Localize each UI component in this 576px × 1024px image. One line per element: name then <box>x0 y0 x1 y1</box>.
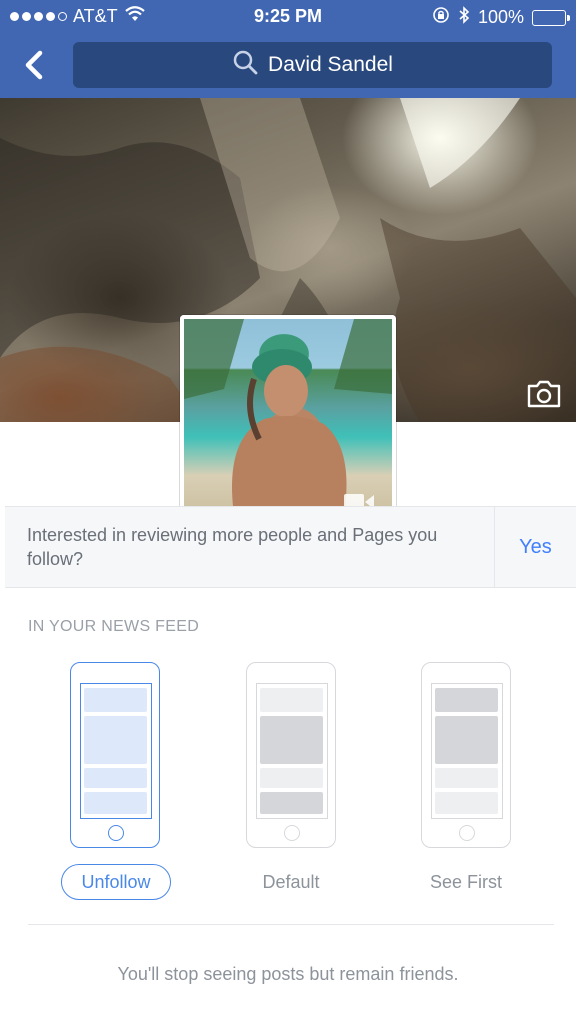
default-button[interactable]: Default <box>236 864 346 900</box>
status-indicators: 100% <box>432 6 570 29</box>
battery-icon <box>532 9 570 26</box>
option-description: You'll stop seeing posts but remain frie… <box>117 964 459 984</box>
profile-picture[interactable] <box>180 315 396 515</box>
status-bar: AT&T 9:25 PM 100% <box>0 0 576 32</box>
unfollow-button[interactable]: Unfollow <box>61 864 171 900</box>
phone-illustration <box>70 662 160 848</box>
battery-percent: 100% <box>477 7 524 27</box>
see-first-button[interactable]: See First <box>411 864 521 900</box>
search-icon <box>232 49 258 81</box>
phone-illustration <box>246 662 336 848</box>
bluetooth-icon <box>458 6 470 29</box>
option-see-first-phone[interactable] <box>421 662 511 848</box>
review-prompt: Interested in reviewing more people and … <box>5 506 576 588</box>
phone-illustration <box>421 662 511 848</box>
nav-bar: David Sandel <box>0 32 576 98</box>
section-label: IN YOUR NEWS FEED <box>28 618 200 635</box>
yes-button[interactable]: Yes <box>495 507 576 587</box>
back-button[interactable] <box>20 48 50 82</box>
orientation-lock-icon <box>432 6 450 29</box>
search-query: David Sandel <box>268 53 393 76</box>
option-unfollow-phone[interactable] <box>70 662 160 848</box>
review-prompt-text: Interested in reviewing more people and … <box>27 525 438 569</box>
chevron-left-icon <box>25 50 43 80</box>
search-field[interactable]: David Sandel <box>73 42 552 88</box>
profile-picture-figure <box>184 319 392 515</box>
option-default-phone[interactable] <box>246 662 336 848</box>
camera-icon[interactable] <box>526 380 562 408</box>
section-divider <box>28 924 554 925</box>
